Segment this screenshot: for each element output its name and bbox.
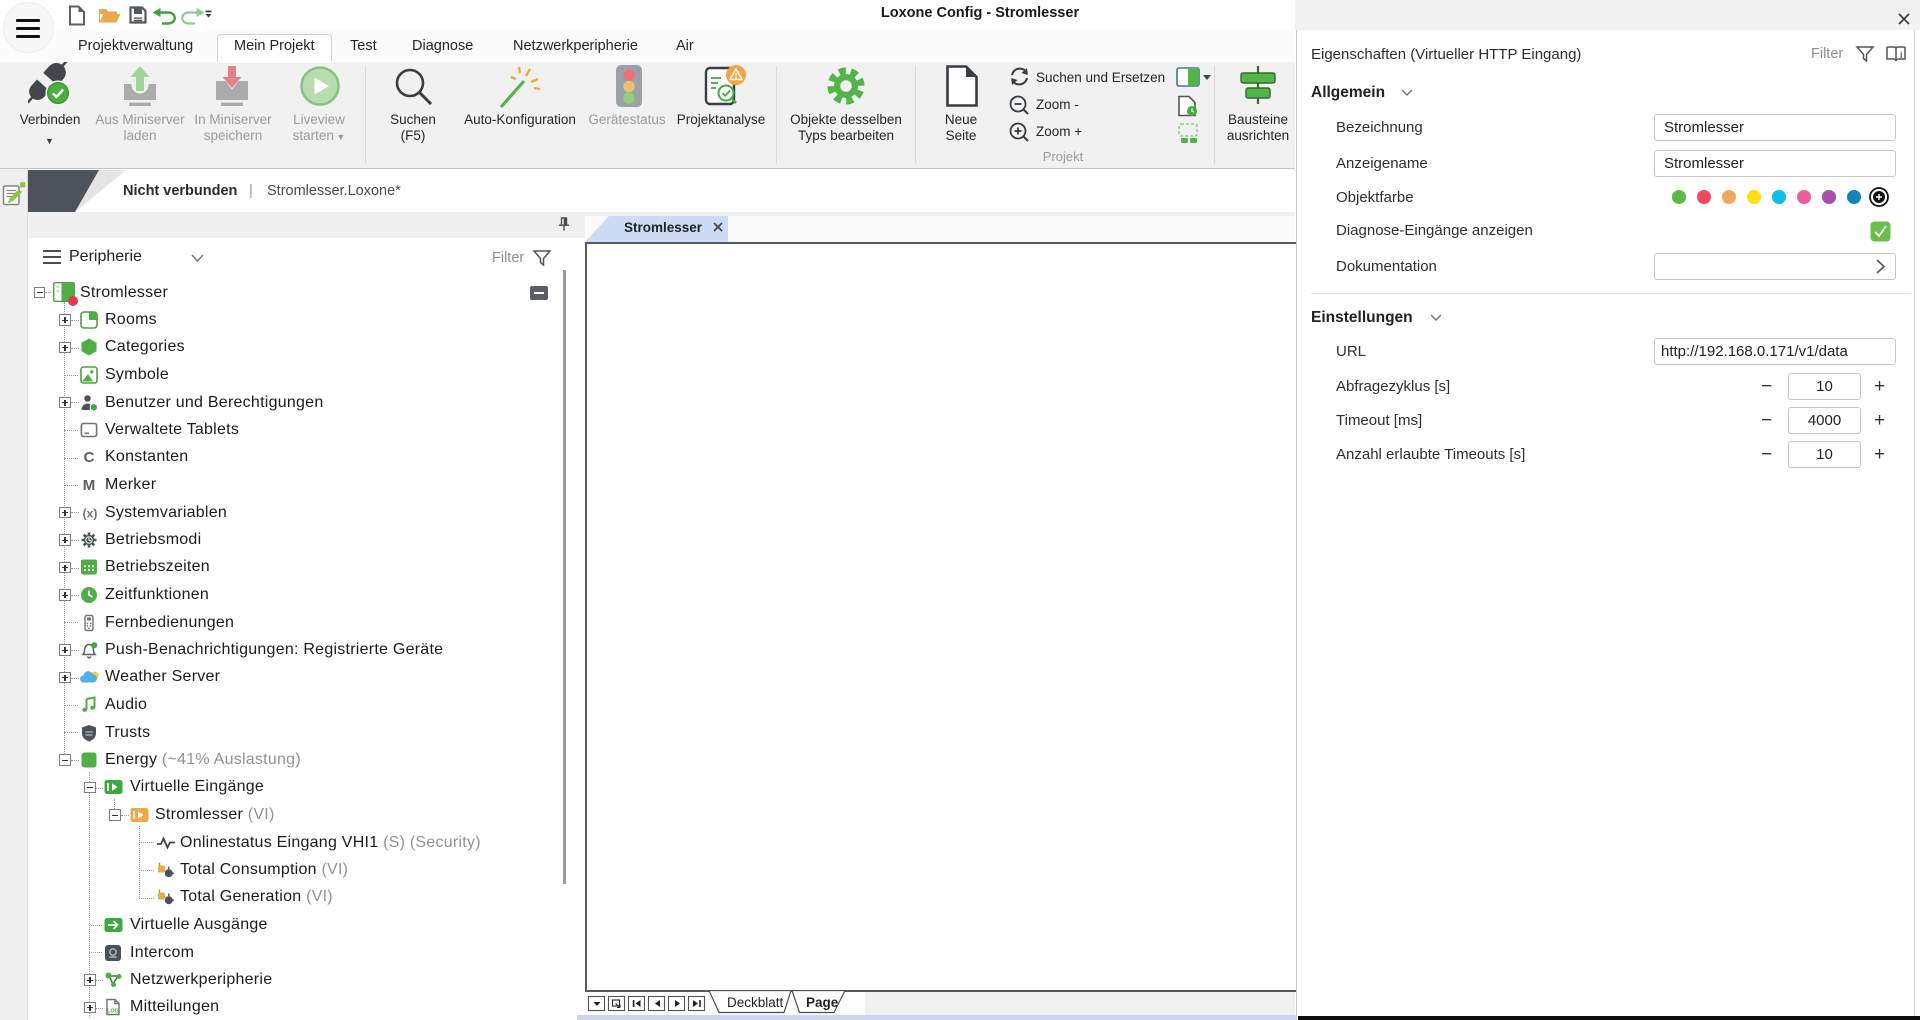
svg-text:LOG: LOG [107, 1009, 119, 1015]
svg-text:(x): (x) [83, 507, 98, 521]
svg-text:i: i [1900, 50, 1903, 60]
svg-text:M: M [83, 477, 96, 494]
svg-text:C: C [84, 449, 95, 466]
